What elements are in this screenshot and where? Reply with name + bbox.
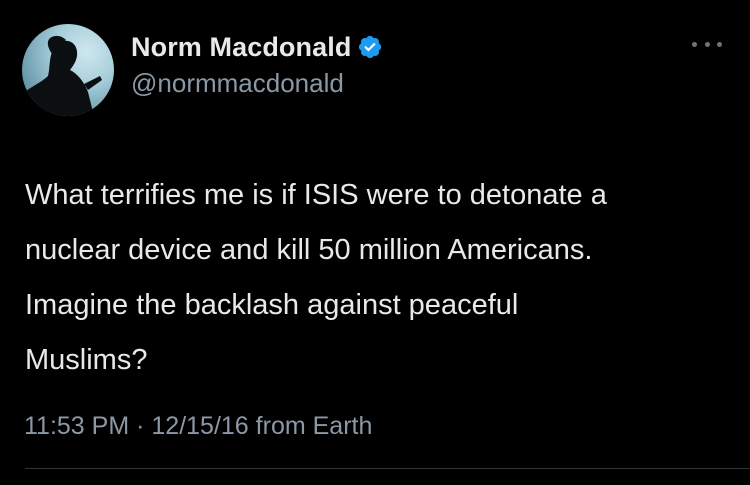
tweet-meta: 11:53 PM · 12/15/16 from Earth <box>24 412 372 441</box>
avatar-silhouette <box>22 35 102 116</box>
meta-separator: · <box>136 412 145 440</box>
tweet-line: Imagine the backlash against peaceful <box>25 289 519 321</box>
verified-badge-icon <box>357 34 383 60</box>
author-block: Norm Macdonald @normmacdonald <box>131 30 383 99</box>
author-handle[interactable]: @normmacdonald <box>131 68 383 99</box>
tweet-card: Norm Macdonald @normmacdonald What terri… <box>0 0 750 485</box>
more-dot <box>717 41 722 47</box>
tweet-source: from Earth <box>255 412 373 440</box>
tweet-line: Muslims? <box>25 344 148 376</box>
tweet-time[interactable]: 11:53 PM <box>24 412 129 440</box>
author-name-row: Norm Macdonald <box>131 30 383 64</box>
tweet-date[interactable]: 12/15/16 <box>151 412 248 440</box>
avatar[interactable] <box>22 24 114 116</box>
tweet-line: What terrifies me is if ISIS were to det… <box>25 179 607 211</box>
tweet-text: What terrifies me is if ISIS were to det… <box>25 168 725 388</box>
more-dot <box>692 41 697 47</box>
tweet-line: nuclear device and kill 50 million Ameri… <box>25 234 593 266</box>
more-options-icon[interactable] <box>692 34 722 54</box>
more-dot <box>704 41 710 47</box>
divider <box>25 468 750 469</box>
display-name[interactable]: Norm Macdonald <box>131 32 351 63</box>
